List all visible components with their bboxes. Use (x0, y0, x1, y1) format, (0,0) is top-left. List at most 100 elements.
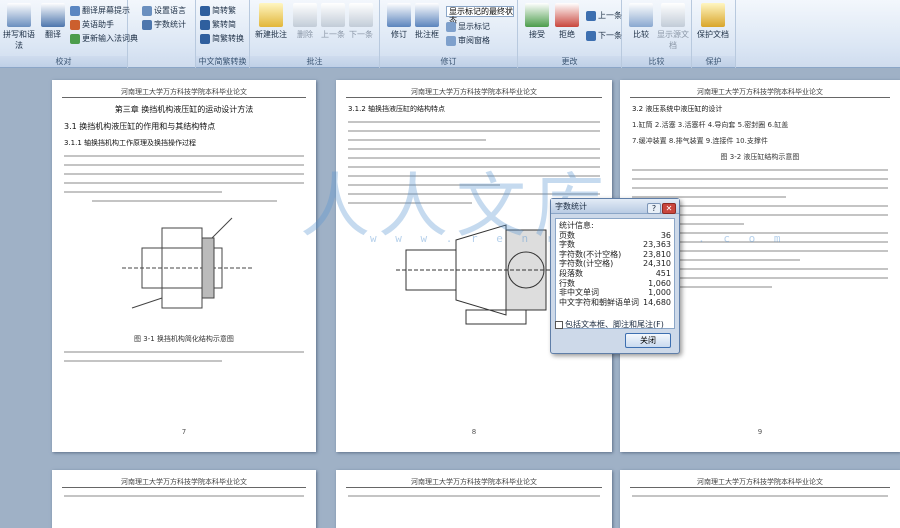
language-icon (142, 5, 152, 16)
group-label-tracking: 修订 (380, 56, 517, 67)
protect-document-button[interactable]: 保护文档 (696, 3, 730, 40)
simplified-icon (200, 19, 210, 30)
text-line (348, 139, 486, 141)
group-label-conversion: 中文简繁转换 (196, 56, 249, 67)
balloons-icon (415, 3, 439, 27)
ribbon-group-chinese-conversion: 简转繁 繁转简 简繁转换 中文简繁转换 (196, 0, 250, 68)
previous-change-button[interactable]: 上一条 (586, 10, 622, 22)
page-number: 9 (757, 428, 763, 436)
close-icon[interactable]: ✕ (662, 203, 676, 214)
group-label-proofing: 校对 (0, 56, 127, 67)
document-page[interactable]: 河南理工大学万方科技学院本科毕业论文 第三章 换挡机构液压缸的运动设计方法 3.… (52, 80, 316, 452)
spelling-grammar-button[interactable]: 拼写和语法 (2, 3, 36, 51)
document-page[interactable]: 河南理工大学万方科技学院本科毕业论文 (52, 470, 316, 528)
new-comment-icon (259, 3, 283, 27)
text-line (632, 178, 888, 180)
stat-row: 页数 36 (559, 230, 671, 240)
document-area[interactable]: 河南理工大学万方科技学院本科毕业论文 第三章 换挡机构液压缸的运动设计方法 3.… (0, 68, 900, 528)
english-assistant-button[interactable]: 英语助手 (70, 19, 114, 31)
text-line (64, 173, 304, 175)
text-line (632, 187, 888, 189)
tip-icon (70, 5, 80, 16)
subsection-title: 3.2 液压系统中液压缸的设计 (632, 105, 723, 113)
reject-button[interactable]: 拒绝 (550, 3, 584, 40)
document-page[interactable]: 河南理工大学万方科技学院本科毕业论文 (336, 470, 612, 528)
ribbon-group-proofing: 拼写和语法 翻译 翻译屏幕提示 英语助手 更新输入法词典 校对 (0, 0, 138, 68)
track-changes-icon (387, 3, 411, 27)
translate-tip-button[interactable]: 翻译屏幕提示 (70, 5, 130, 17)
dialog-title[interactable]: 字数统计 ? ✕ (551, 199, 679, 214)
page-header: 河南理工大学万方科技学院本科毕业论文 (62, 80, 306, 98)
word-count-icon (142, 19, 152, 30)
mechanism-diagram (122, 217, 252, 309)
stat-row: 统计信息: (559, 221, 594, 230)
text-line (92, 200, 277, 202)
show-source-button[interactable]: 显示源文档 (656, 3, 690, 51)
group-label-comments: 批注 (250, 56, 379, 67)
display-for-review-dropdown[interactable]: 显示标记的最终状态 (446, 6, 514, 25)
stat-row: 字符数(不计空格) 23,810 (559, 249, 671, 259)
ribbon-group-compare: 比较 显示源文档 比较 (622, 0, 692, 68)
chapter-title: 第三章 换挡机构液压缸的运动设计方法 (114, 105, 254, 114)
group-label-changes: 更改 (518, 56, 621, 67)
text-line (64, 360, 223, 362)
stat-row: 字数 23,363 (559, 240, 671, 250)
text-line (348, 495, 600, 497)
figure-caption: 图 3-2 液压缸结构示意图 (720, 153, 800, 161)
next-icon (586, 30, 596, 41)
balloons-button[interactable]: 批注框 (410, 3, 444, 40)
reviewing-pane-button[interactable]: 审阅窗格 (446, 35, 490, 47)
checkbox-icon[interactable] (555, 320, 563, 329)
group-label-compare: 比较 (622, 56, 691, 67)
page-number: 8 (471, 428, 477, 436)
conversion-button[interactable]: 简繁转换 (200, 33, 244, 45)
include-textboxes-checkbox[interactable]: 包括文本框、脚注和尾注(F) (555, 319, 664, 330)
pane-icon (446, 35, 456, 46)
compare-button[interactable]: 比较 (624, 3, 658, 40)
subsection-title: 3.1.2 轴换挡液压缸的结构特点 (348, 105, 446, 113)
help-icon[interactable]: ? (647, 203, 661, 214)
ribbon-group-comments: 新建批注 删除 上一条 下一条 批注 (250, 0, 380, 68)
text-line (64, 351, 304, 353)
show-markup-button[interactable]: 显示标记 (446, 21, 490, 33)
to-simplified-button[interactable]: 繁转简 (200, 19, 236, 31)
new-comment-button[interactable]: 新建批注 (254, 3, 288, 40)
text-line (348, 130, 600, 132)
lock-icon (701, 3, 725, 27)
stat-row: 中文字符和朝鲜语单词 14,680 (559, 297, 671, 307)
set-language-button[interactable]: 设置语言 (142, 5, 186, 17)
ribbon-group-language: 设置语言 字数统计 (128, 0, 196, 68)
translate-button[interactable]: 翻译 (36, 3, 70, 40)
text-line (64, 164, 304, 166)
previous-comment-icon (321, 3, 345, 27)
part-list: 7.缓冲装置 8.排气装置 9.连接件 10.支撑件 (632, 137, 768, 145)
show-source-icon (661, 3, 685, 27)
assistant-icon (70, 19, 80, 30)
word-count-dialog: 字数统计 ? ✕ 统计信息: 页数 36 字数 23,363 字符数(不计空格) 23,… (550, 198, 680, 354)
text-line (64, 182, 304, 184)
to-traditional-button[interactable]: 简转繁 (200, 5, 236, 17)
next-change-button[interactable]: 下一条 (586, 30, 622, 42)
traditional-icon (200, 5, 210, 16)
page-header: 河南理工大学万方科技学院本科毕业论文 (630, 470, 890, 488)
figure-caption: 图 3-1 换挡机构简化结构示意图 (134, 335, 234, 343)
previous-icon (586, 10, 596, 21)
text-line (632, 169, 888, 171)
text-line (64, 495, 304, 497)
accept-button[interactable]: 接受 (520, 3, 554, 40)
statistics-panel: 统计信息: 页数 36 字数 23,363 字符数(不计空格) 23,810 字符数(… (555, 218, 675, 329)
translate-icon (41, 3, 65, 27)
word-count-button[interactable]: 字数统计 (142, 19, 186, 31)
document-page[interactable]: 河南理工大学万方科技学院本科毕业论文 (620, 470, 900, 528)
close-button[interactable]: 关闭 (625, 333, 671, 348)
ribbon-group-tracking: 修订 批注框 显示标记的最终状态 显示标记 审阅窗格 修订 (380, 0, 518, 68)
next-comment-button[interactable]: 下一条 (344, 3, 378, 40)
section-title: 3.1 换挡机构液压缸的作用和与其结构特点 (64, 122, 216, 131)
page-header: 河南理工大学万方科技学院本科毕业论文 (62, 470, 306, 488)
abc-icon (7, 3, 31, 27)
part-list: 1.缸筒 2.活塞 3.活塞杆 4.导向套 5.密封圈 6.缸盖 (632, 121, 789, 129)
compare-icon (629, 3, 653, 27)
page-number: 7 (181, 428, 187, 436)
ribbon: 拼写和语法 翻译 翻译屏幕提示 英语助手 更新输入法词典 校对 设置语言 字数统… (0, 0, 900, 68)
stat-row: 非中文单词 1,000 (559, 288, 671, 298)
